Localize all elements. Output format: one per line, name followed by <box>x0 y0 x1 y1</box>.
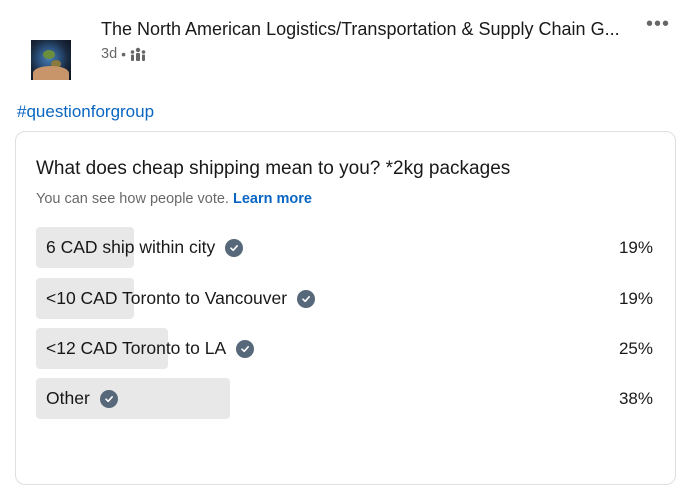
poll-option[interactable]: Other 38% <box>36 378 655 419</box>
meta-separator: • <box>121 46 127 62</box>
poll-option-row: <12 CAD Toronto to LA <box>46 328 255 369</box>
poll-option-row: Other <box>46 378 118 419</box>
hashtag-link[interactable]: #questionforgroup <box>17 102 154 122</box>
poll-option-percent: 25% <box>618 338 653 358</box>
poll-option-percent: 38% <box>618 388 653 408</box>
poll-visibility-text: You can see how people vote. <box>36 191 229 207</box>
check-circle-icon <box>99 389 118 408</box>
check-circle-icon <box>225 238 244 257</box>
ellipsis-icon: ••• <box>645 12 670 35</box>
poll-option[interactable]: 6 CAD ship within city 19% <box>36 227 655 268</box>
poll-option-row: <10 CAD Toronto to Vancouver <box>46 278 316 319</box>
group-icon <box>130 47 146 61</box>
poll-option-percent: 19% <box>618 288 653 308</box>
poll-visibility-note: You can see how people vote. Learn more <box>36 191 312 207</box>
poll-question: What does cheap shipping mean to you? *2… <box>36 158 511 179</box>
group-name-link[interactable]: The North American Logistics/Transportat… <box>101 19 631 40</box>
check-circle-icon <box>236 339 255 358</box>
learn-more-link[interactable]: Learn more <box>233 191 312 207</box>
feed-post: The North American Logistics/Transportat… <box>0 0 694 502</box>
check-circle-icon <box>297 289 316 308</box>
post-time: 3d <box>101 46 118 62</box>
poll-option-percent: 19% <box>618 237 653 257</box>
poll-option-label: 6 CAD ship within city <box>46 237 216 257</box>
avatar-hand <box>33 66 69 80</box>
avatar-globe-land <box>43 50 55 59</box>
poll-option-label: Other <box>46 388 90 408</box>
poll-option[interactable]: <10 CAD Toronto to Vancouver 19% <box>36 278 655 319</box>
poll-option[interactable]: <12 CAD Toronto to LA 25% <box>36 328 655 369</box>
poll-option-row: 6 CAD ship within city <box>46 227 244 268</box>
poll-option-label: <10 CAD Toronto to Vancouver <box>46 288 288 308</box>
poll-card: What does cheap shipping mean to you? *2… <box>15 131 676 485</box>
more-options-button[interactable]: ••• <box>643 12 673 36</box>
post-meta: 3d • <box>101 46 146 62</box>
group-avatar[interactable] <box>31 40 71 80</box>
poll-option-label: <12 CAD Toronto to LA <box>46 338 227 358</box>
